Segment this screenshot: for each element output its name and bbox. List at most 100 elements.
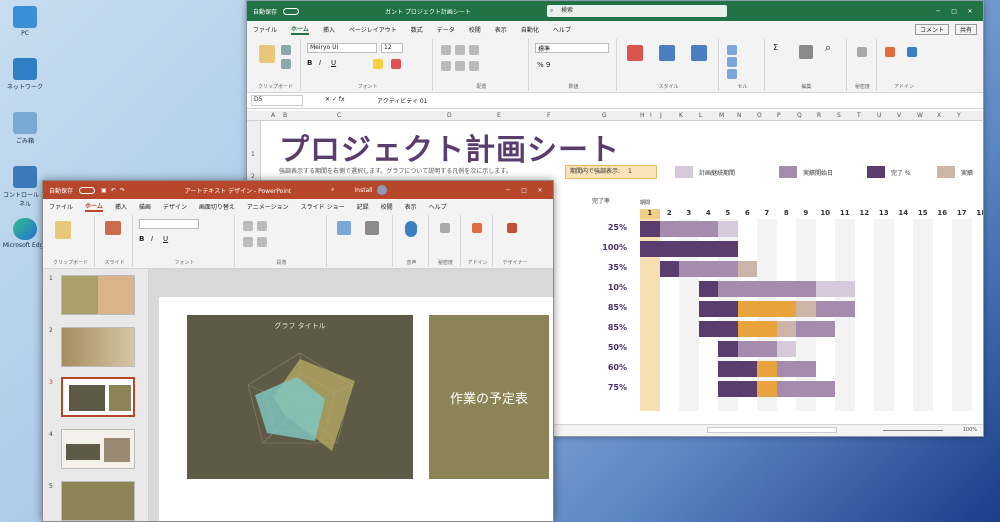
tab-file[interactable]: ファイル: [49, 202, 73, 211]
highlight-period-box[interactable]: 期間内で強調表示: 1: [565, 165, 657, 179]
sensitivity-icon[interactable]: [440, 223, 450, 233]
addins-icon[interactable]: [472, 223, 482, 233]
dictate-icon[interactable]: [405, 221, 417, 237]
tab-help[interactable]: ヘルプ: [429, 202, 447, 211]
new-slide-icon[interactable]: [105, 221, 121, 235]
cut-icon[interactable]: [281, 45, 291, 55]
slide-thumbnail-1[interactable]: [61, 275, 135, 315]
sensitivity-icon[interactable]: [857, 47, 867, 57]
minimize-button[interactable]: ─: [501, 187, 515, 194]
format-cells-icon[interactable]: [727, 69, 737, 79]
sum-icon[interactable]: Σ: [773, 43, 778, 52]
tab-formulas[interactable]: 数式: [411, 25, 423, 34]
copy-icon[interactable]: [281, 59, 291, 69]
number-format-select[interactable]: 標準: [535, 43, 609, 53]
avatar[interactable]: [376, 185, 387, 195]
excel-search-box[interactable]: ⌕ 検索: [546, 5, 727, 17]
tab-review[interactable]: 校閲: [381, 202, 393, 211]
tab-transitions[interactable]: 画面切り替え: [199, 202, 235, 211]
slide-thumbnail-5[interactable]: [61, 481, 135, 521]
tab-help[interactable]: ヘルプ: [553, 25, 571, 34]
italic-button[interactable]: I: [151, 235, 153, 243]
undo-icon[interactable]: ↶: [111, 187, 116, 194]
tab-home[interactable]: ホーム: [291, 24, 309, 35]
tab-view[interactable]: 表示: [495, 25, 507, 34]
close-button[interactable]: ✕: [533, 187, 547, 194]
radar-chart[interactable]: グラフ タイトル: [187, 315, 413, 479]
tab-review[interactable]: 校閲: [469, 25, 481, 34]
insert-cells-icon[interactable]: [727, 45, 737, 55]
percent-button[interactable]: % 9: [537, 61, 550, 69]
cell-styles-icon[interactable]: [691, 45, 707, 61]
percent-complete-cell[interactable]: 85%: [577, 303, 627, 312]
slide-title-box[interactable]: 作業の予定表: [429, 315, 549, 479]
fill-color-icon[interactable]: [373, 59, 383, 69]
close-button[interactable]: ✕: [963, 8, 977, 15]
slide-thumbnail-3[interactable]: [61, 377, 135, 417]
desktop-icon-pc[interactable]: PC: [2, 6, 48, 37]
comment-button[interactable]: コメント: [914, 23, 949, 35]
format-table-icon[interactable]: [659, 45, 675, 61]
bullets-icon[interactable]: [243, 221, 253, 231]
percent-complete-cell[interactable]: 35%: [577, 263, 627, 272]
minimize-button[interactable]: ─: [931, 8, 945, 15]
font-color-icon[interactable]: [391, 59, 401, 69]
align-center-icon[interactable]: [257, 237, 267, 247]
font-name-select[interactable]: Meiryo UI: [307, 43, 377, 53]
autosave-toggle[interactable]: [79, 186, 96, 194]
addins-icon[interactable]: [885, 47, 895, 57]
delete-cells-icon[interactable]: [727, 57, 737, 67]
tab-draw[interactable]: 描画: [139, 202, 151, 211]
wrap-text-icon[interactable]: [469, 45, 479, 55]
tab-view[interactable]: 表示: [405, 202, 417, 211]
tab-record[interactable]: 記録: [357, 202, 369, 211]
font-size-select[interactable]: 12: [381, 43, 403, 53]
tab-slideshow[interactable]: スライド ショー: [301, 202, 345, 211]
percent-complete-cell[interactable]: 85%: [577, 323, 627, 332]
percent-complete-cell[interactable]: 100%: [577, 243, 627, 252]
tab-automate[interactable]: 自動化: [521, 25, 539, 34]
percent-complete-cell[interactable]: 25%: [577, 223, 627, 232]
tab-insert[interactable]: 挿入: [115, 202, 127, 211]
font-name-select[interactable]: [139, 219, 199, 229]
name-box[interactable]: D5: [251, 95, 303, 106]
tab-file[interactable]: ファイル: [253, 25, 277, 34]
search-icon[interactable]: ⌕: [331, 186, 334, 194]
paste-icon[interactable]: [55, 221, 71, 239]
redo-icon[interactable]: ↷: [120, 187, 125, 194]
bold-button[interactable]: B: [307, 59, 312, 67]
merge-icon[interactable]: [469, 61, 479, 71]
share-button[interactable]: 共有: [954, 23, 977, 35]
shapes-icon[interactable]: [337, 221, 351, 235]
align-center-icon[interactable]: [455, 61, 465, 71]
align-middle-icon[interactable]: [455, 45, 465, 55]
formula-input[interactable]: アクティビティ 01: [377, 96, 428, 105]
bold-button[interactable]: B: [139, 235, 144, 243]
underline-button[interactable]: U: [163, 235, 168, 243]
horizontal-scrollbar[interactable]: [707, 427, 837, 433]
autosave-toggle[interactable]: [283, 7, 300, 15]
maximize-button[interactable]: □: [517, 187, 531, 194]
maximize-button[interactable]: □: [947, 8, 961, 15]
sort-filter-icon[interactable]: [799, 45, 813, 59]
percent-complete-cell[interactable]: 60%: [577, 363, 627, 372]
slide-thumbnail-2[interactable]: [61, 327, 135, 367]
tab-page-layout[interactable]: ページレイアウト: [349, 25, 397, 34]
tab-animations[interactable]: アニメーション: [247, 202, 289, 211]
conditional-format-icon[interactable]: [627, 45, 643, 61]
paste-icon[interactable]: [259, 45, 275, 63]
numbering-icon[interactable]: [257, 221, 267, 231]
italic-button[interactable]: I: [319, 59, 321, 67]
slide-thumbnail-4[interactable]: [61, 429, 135, 469]
align-left-icon[interactable]: [243, 237, 253, 247]
current-slide[interactable]: グラフ タイトル 作業の予定表: [159, 297, 553, 521]
percent-complete-cell[interactable]: 10%: [577, 283, 627, 292]
tab-insert[interactable]: 挿入: [323, 25, 335, 34]
align-left-icon[interactable]: [441, 61, 451, 71]
zoom-slider[interactable]: [883, 430, 943, 431]
align-top-icon[interactable]: [441, 45, 451, 55]
find-select-icon[interactable]: ⌕: [825, 41, 831, 55]
tab-data[interactable]: データ: [437, 25, 455, 34]
save-icon[interactable]: ▣: [101, 187, 107, 194]
editing-icon[interactable]: [365, 221, 379, 235]
